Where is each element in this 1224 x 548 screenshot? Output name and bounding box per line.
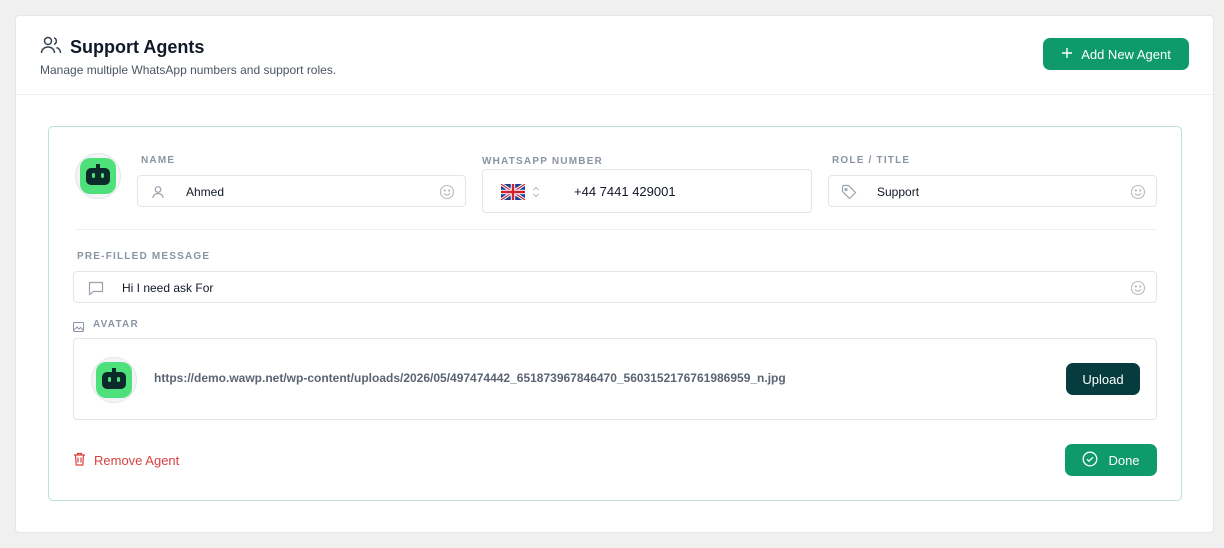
trash-icon [73, 452, 86, 469]
page-title: Support Agents [70, 37, 205, 57]
user-icon [150, 184, 166, 200]
image-icon [73, 319, 84, 337]
prefilled-message-label: PRE-FILLED MESSAGE [77, 251, 211, 262]
remove-agent-button[interactable]: Remove Agent [73, 452, 179, 469]
whatsapp-number-field[interactable]: +44 7441 429001 [482, 169, 812, 213]
prefilled-message-field[interactable]: Hi I need ask For [73, 271, 1157, 303]
avatar-label: AVATAR [93, 319, 139, 330]
add-new-agent-button[interactable]: Add New Agent [1043, 38, 1189, 70]
avatar-upload-box: https://demo.wawp.net/wp-content/uploads… [73, 338, 1157, 420]
emoji-icon[interactable] [439, 184, 455, 200]
done-button[interactable]: Done [1065, 444, 1157, 476]
plus-icon [1061, 47, 1073, 62]
whatsapp-number-label: WHATSAPP NUMBER [482, 156, 603, 167]
avatar-url: https://demo.wawp.net/wp-content/uploads… [154, 371, 786, 385]
robot-avatar-icon [96, 362, 132, 398]
add-new-agent-label: Add New Agent [1081, 46, 1171, 62]
done-label: Done [1108, 452, 1140, 468]
panel-header: Support Agents Manage multiple WhatsApp … [16, 16, 1213, 95]
message-value: Hi I need ask For [122, 281, 214, 295]
users-icon [40, 35, 62, 60]
tag-icon [841, 184, 857, 200]
check-circle-icon [1082, 451, 1098, 470]
name-field[interactable]: Ahmed [137, 175, 466, 207]
title-row: Support Agents [40, 35, 204, 60]
role-title-label: ROLE / TITLE [832, 155, 911, 166]
robot-avatar-icon [80, 158, 116, 194]
uk-flag-icon[interactable] [500, 182, 526, 205]
emoji-icon[interactable] [1130, 280, 1146, 296]
name-label: NAME [141, 155, 176, 166]
agent-card: NAME Ahmed WHATSAPP NUMBER +44 7441 4290… [48, 126, 1182, 501]
remove-agent-label: Remove Agent [94, 453, 180, 468]
role-title-field[interactable]: Support [828, 175, 1157, 207]
page-subtitle: Manage multiple WhatsApp numbers and sup… [40, 63, 337, 77]
role-value: Support [877, 185, 920, 199]
avatar-preview [91, 357, 137, 403]
emoji-icon[interactable] [1130, 184, 1146, 200]
sort-chevrons-icon[interactable] [532, 185, 540, 204]
phone-value: +44 7441 429001 [574, 184, 676, 199]
message-icon [88, 280, 104, 296]
name-value: Ahmed [186, 185, 225, 199]
support-agents-panel: Support Agents Manage multiple WhatsApp … [15, 15, 1214, 533]
section-divider [75, 229, 1157, 230]
upload-button[interactable]: Upload [1066, 363, 1140, 395]
agent-avatar [75, 153, 121, 199]
